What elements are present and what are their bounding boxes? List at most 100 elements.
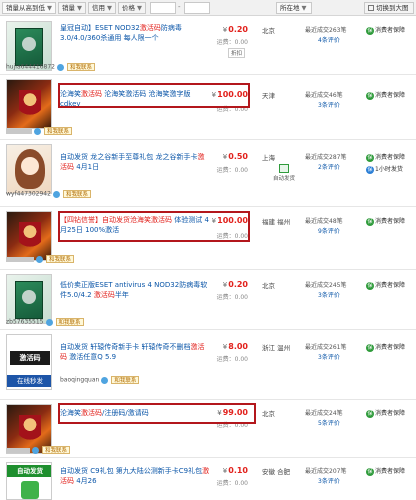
- review-count[interactable]: 5条评价: [318, 418, 340, 427]
- game-character-icon: [19, 222, 41, 254]
- review-count[interactable]: 3条评价: [318, 476, 340, 485]
- recent-sales: 最近成交24笔: [305, 410, 343, 417]
- price-max-input[interactable]: [184, 2, 210, 14]
- price-value: 0.50: [228, 152, 248, 161]
- seller-name-blurred: [6, 447, 30, 453]
- review-count[interactable]: 2条评价: [318, 162, 340, 171]
- protection-label: 消费者保障: [375, 344, 406, 351]
- price: ¥8.00: [192, 342, 248, 351]
- product-thumbnail[interactable]: 自动发货: [6, 462, 52, 500]
- listing-row[interactable]: 自动发货 自动发货 C9礼包 第九大陆公测新手卡C9礼包激活码 4月26 ¥0.…: [0, 458, 416, 500]
- contact-seller-button[interactable]: 和我联系: [66, 63, 95, 71]
- protection-label: 消费者保障: [375, 92, 406, 99]
- shield-icon: 保: [366, 409, 374, 418]
- listing-row[interactable]: 激活码 在线秒发 自动发货 轩辕传奇新手卡 轩辕传奇不删档激活码 激活任意Q 5…: [0, 330, 416, 400]
- wangwang-icon[interactable]: [45, 318, 53, 326]
- seller-name[interactable]: wyf447302942: [6, 191, 51, 198]
- switch-view-label: 切换到大图: [376, 4, 409, 12]
- seller-info: 和我联系: [6, 127, 73, 135]
- protection-label: 消费者保障: [375, 27, 406, 34]
- sort-by-sales[interactable]: 销量 ▼: [58, 2, 86, 14]
- clock-icon: 保: [366, 165, 374, 174]
- listing-title[interactable]: 自动发货 C9礼包 第九大陆公测新手卡C9礼包激活码 4月26: [60, 466, 210, 486]
- price-value: 0.20: [228, 280, 248, 289]
- wangwang-icon[interactable]: [101, 376, 109, 384]
- wangwang-icon[interactable]: [36, 255, 43, 263]
- location-dropdown[interactable]: 所在地 ▼: [276, 2, 312, 14]
- review-count[interactable]: 3条评价: [318, 352, 340, 361]
- consumer-protection[interactable]: 保消费者保障: [366, 216, 405, 226]
- consumer-protection[interactable]: 保消费者保障: [366, 90, 405, 100]
- seller-name[interactable]: baoqingquan: [60, 377, 99, 384]
- sort-by-price[interactable]: 价格 ▼: [118, 2, 146, 14]
- contact-seller-button[interactable]: 和我联系: [55, 318, 84, 326]
- listing-row[interactable]: 低价卖正版ESET antivirus 4 NOD32防病毒软件5.0/4.2 …: [0, 270, 416, 330]
- price-min-input[interactable]: [150, 2, 176, 14]
- sort-toolbar: 销量从高到低 ▼ 销量 ▼ 信用 ▼ 价格 ▼ - 所在地 ▼ 切换到大图: [0, 0, 416, 16]
- review-count[interactable]: 3条评价: [318, 290, 340, 299]
- title-text: 自动发货 C9礼包 第九大陆公测新手卡C9礼包: [60, 467, 203, 475]
- thumbnail-caption: 激活码: [10, 351, 50, 365]
- product-thumbnail[interactable]: 激活码 在线秒发: [6, 334, 52, 390]
- wangwang-icon[interactable]: [32, 446, 39, 454]
- contact-seller-button[interactable]: 和我联系: [111, 376, 140, 384]
- listing-title[interactable]: 自动发货 龙之谷新手至尊礼包 龙之谷新手卡激活码 4月1日: [60, 152, 210, 172]
- highlight-box: [58, 83, 250, 108]
- shipping-fee: 运费：0.00: [216, 480, 248, 487]
- review-count[interactable]: 3条评价: [318, 100, 340, 109]
- consumer-protection[interactable]: 保消费者保障: [366, 152, 405, 162]
- title-text: 低价卖正版ESET antivirus 4 NOD32防病毒软件5.0/4.2: [60, 281, 208, 299]
- seller-name[interactable]: hujia644416872: [6, 64, 55, 71]
- product-thumbnail[interactable]: [6, 211, 52, 261]
- contact-seller-button[interactable]: 和我联系: [42, 446, 71, 454]
- shield-icon: 保: [366, 217, 374, 226]
- wangwang-icon[interactable]: [56, 63, 64, 71]
- consumer-protection[interactable]: 保消费者保障: [366, 280, 405, 290]
- title-text: 4月1日: [74, 163, 100, 171]
- seller-info: baoqingquan 和我联系: [60, 376, 140, 384]
- listing-title[interactable]: 低价卖正版ESET antivirus 4 NOD32防病毒软件5.0/4.2 …: [60, 280, 210, 300]
- listing-row[interactable]: 自动发货 龙之谷新手至尊礼包 龙之谷新手卡激活码 4月1日 wyf4473029…: [0, 140, 416, 207]
- location-dropdown-label: 所在地: [280, 4, 300, 12]
- sort-dropdown-label: 销量从高到低: [6, 4, 45, 12]
- seller-name[interactable]: zb57635515: [6, 319, 44, 326]
- sort-by-credit[interactable]: 信用 ▼: [88, 2, 116, 14]
- product-thumbnail[interactable]: [6, 144, 52, 194]
- listing-row[interactable]: 皇冠自动】ESET NOD32激活码防病毒3.0/4.0/360杀通用 每人限一…: [0, 17, 416, 75]
- auto-delivery-icon: [279, 164, 289, 173]
- contact-seller-button[interactable]: 和我联系: [44, 127, 73, 135]
- switch-view-button[interactable]: 切换到大图: [364, 2, 414, 14]
- wangwang-icon[interactable]: [34, 127, 41, 135]
- seller-name-blurred: [6, 256, 34, 262]
- location: 北京: [262, 282, 275, 290]
- shipping-fee: 运费：0.00: [216, 167, 248, 174]
- contact-seller-button[interactable]: 和我联系: [62, 190, 91, 198]
- location: 福建 福州: [262, 218, 291, 226]
- sort-by-credit-label: 信用: [92, 4, 105, 12]
- recent-sales: 最近成交287笔: [305, 154, 347, 161]
- consumer-protection[interactable]: 保消费者保障: [366, 466, 405, 476]
- consumer-protection[interactable]: 保消费者保障: [366, 25, 405, 35]
- review-count[interactable]: 9条评价: [318, 226, 340, 235]
- product-thumbnail[interactable]: [6, 79, 52, 129]
- listing-title[interactable]: 皇冠自动】ESET NOD32激活码防病毒3.0/4.0/360杀通用 每人限一…: [60, 23, 210, 43]
- auto-delivery-badge[interactable]: 自动发货: [266, 164, 302, 182]
- listing-title[interactable]: 自动发货 轩辕传奇新手卡 轩辕传奇不删档激活码 激活任意Q 5.9: [60, 342, 210, 362]
- location: 北京: [262, 410, 275, 418]
- consumer-protection[interactable]: 保消费者保障: [366, 408, 405, 418]
- sort-arrow-icon: ▼: [107, 4, 112, 12]
- title-text: 4月26: [74, 477, 97, 485]
- discount-badge[interactable]: 折扣: [228, 48, 246, 58]
- highlight-box: [58, 403, 256, 424]
- price: ¥0.20: [192, 280, 248, 289]
- sort-dropdown[interactable]: 销量从高到低 ▼: [2, 2, 56, 14]
- price: ¥0.10: [192, 466, 248, 475]
- product-thumbnail[interactable]: [6, 274, 52, 324]
- review-count[interactable]: 4条评价: [318, 35, 340, 44]
- sort-by-price-label: 价格: [122, 4, 135, 12]
- fast-shipping[interactable]: 保 1小时发货: [366, 164, 403, 174]
- seller-info: 和我联系: [6, 255, 75, 263]
- wangwang-icon[interactable]: [52, 190, 60, 198]
- consumer-protection[interactable]: 保消费者保障: [366, 342, 405, 352]
- contact-seller-button[interactable]: 和我联系: [46, 255, 75, 263]
